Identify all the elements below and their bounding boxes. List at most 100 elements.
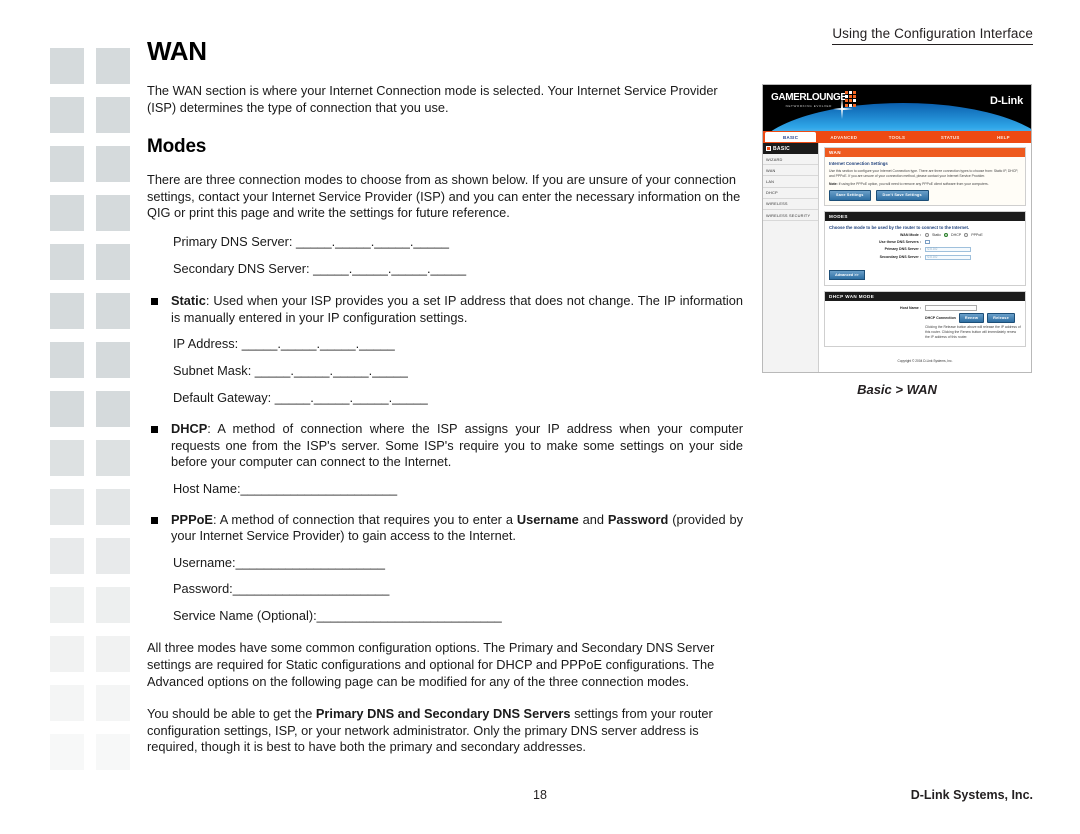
secondary-dns-label: Secondary DNS Server : [879,255,921,260]
deco-square [50,440,84,476]
radio-static-label: Static [932,232,941,237]
dont-save-settings-button[interactable]: Don't Save Settings [875,190,929,201]
use-dns-control [925,239,1021,244]
tab-basic[interactable]: BASIC [765,132,817,142]
sidebar-item-wizard[interactable]: WIZARD [763,154,818,166]
radio-pppoe-label: PPPoE [971,232,983,237]
radio-pppoe-icon[interactable] [964,232,969,237]
deco-row [50,244,138,280]
deco-row [50,636,138,672]
renew-button[interactable]: Renew [958,313,985,323]
row-use-dns: Use these DNS Servers : [829,239,1021,244]
connection-modes-list-pppoe: PPPoE: A method of connection that requi… [147,512,743,545]
gamerlounge-logo-subtext: NETWORKING EVOLVED [785,104,832,108]
router-config-interface: GAMERLOUNGE NETWORKING EVOLVED D-Link BA… [762,84,1032,373]
logo-dots-icon [845,91,857,107]
deco-square [96,685,130,721]
deco-row [50,489,138,525]
sidebar-item-dhcp[interactable]: DHCP [763,188,818,199]
secondary-dns-input[interactable]: 0.0.0.0 [925,254,971,261]
tab-status[interactable]: STATUS [925,132,976,142]
internet-connection-settings-text: Use this section to configure your Inter… [829,169,1019,178]
row-dhcp-description: Clicking the Release button above will r… [829,325,1021,339]
deco-row [50,685,138,721]
radio-dhcp-icon[interactable] [944,232,948,237]
field-ip-address: IP Address: _____._____._____._____ [173,336,395,352]
deco-square [50,97,84,133]
footer-brand: D-Link Systems, Inc. [910,788,1033,802]
common-options-paragraph: All three modes have some common configu… [147,640,715,689]
dhcp-description-wrap: Clicking the Release button above will r… [925,325,1021,339]
sidebar-item-lan[interactable]: LAN [763,176,818,188]
mode-label-pppoe: PPPoE [171,511,213,527]
dlink-logo: D-Link [989,95,1023,107]
row-secondary-dns: Secondary DNS Server : 0.0.0.0 [829,254,1021,261]
figure-caption: Basic > WAN [857,381,937,397]
figure-router-ui: GAMERLOUNGE NETWORKING EVOLVED D-Link BA… [762,84,1032,397]
row-dhcp-connection: DHCP Connection Renew Release [829,313,1021,323]
panel-wan: WAN Internet Connection Settings Use thi… [824,147,1026,206]
mode-desc-pppoe-mid: and [578,511,608,527]
router-banner: GAMERLOUNGE NETWORKING EVOLVED D-Link [763,85,1031,131]
pppoe-note: Note: If using the PPPoE option, you wil… [829,182,1021,187]
mode-desc-static: : Used when your ISP provides you a set … [171,293,743,325]
panel-header-wan: WAN [825,148,1025,158]
row-wan-mode: WAN Mode : Static DHCP PPPoE [829,232,1021,237]
dns-advice-paragraph: You should be able to get the Primary DN… [147,706,743,756]
deco-row [50,538,138,574]
advanced-button[interactable]: Advanced >> [829,269,865,280]
gamerlounge-logo: GAMERLOUNGE NETWORKING EVOLVED [771,92,847,108]
dhcp-connection-control: DHCP Connection Renew Release [925,313,1021,323]
deco-row [50,391,138,427]
deco-square [96,244,130,280]
panel-body-wan: Internet Connection Settings Use this se… [825,157,1025,205]
deco-square [50,342,84,378]
router-content: WAN Internet Connection Settings Use thi… [819,143,1031,372]
panel-modes: MODES Choose the mode to be used by the … [824,210,1026,286]
save-settings-button[interactable]: Save Settings [829,190,871,201]
main-text-column: WAN The WAN section is where your Intern… [147,36,743,768]
deco-square [96,342,130,378]
panel-header-modes: MODES [825,211,1025,221]
sidebar-header-label: BASIC [773,145,791,152]
deco-square [96,538,130,574]
router-nav-tabs: BASIC ADVANCED TOOLS STATUS HELP [763,131,1031,143]
internet-connection-settings-title: Internet Connection Settings [829,161,888,167]
tab-tools[interactable]: TOOLS [871,132,922,142]
wan-mode-label: WAN Mode : [900,232,921,237]
deco-row [50,97,138,133]
primary-dns-control: 0.0.0.0 [925,246,1021,253]
sidebar-item-wan[interactable]: WAN [763,165,818,177]
deco-square [50,195,84,231]
deco-row [50,440,138,476]
dhcp-connection-label: DHCP Connection [925,316,956,321]
deco-square [96,489,130,525]
dns-advice-pre: You should be able to get the [147,706,316,722]
tab-help[interactable]: HELP [978,132,1029,142]
deco-square [96,734,130,770]
tab-advanced[interactable]: ADVANCED [818,132,869,142]
mode-bold-password: Password [607,511,669,527]
running-head: Using the Configuration Interface [832,26,1033,45]
panel-header-dhcp: DHCP WAN MODE [825,291,1025,302]
deco-square [96,587,130,623]
mode-desc-dhcp: : A method of connection where the ISP a… [171,421,743,470]
deco-square [96,48,130,84]
use-dns-label: Use these DNS Servers : [879,239,921,244]
deco-square [50,538,84,574]
host-name-input[interactable] [925,305,977,311]
deco-row [50,587,138,623]
modes-intro-paragraph: There are three connection modes to choo… [147,172,741,221]
release-button[interactable]: Release [987,313,1015,323]
primary-dns-input[interactable]: 0.0.0.0 [925,246,971,253]
sidebar-item-wireless-security[interactable]: WIRELESS SECURITY [763,210,818,222]
panel-dhcp-wan-mode: DHCP WAN MODE Host Name : DHCP Connectio… [824,290,1026,347]
margin-decoration [50,48,138,783]
router-sidebar: BASIC WIZARD WAN LAN DHCP WIRELESS WIREL… [763,143,819,372]
use-dns-checkbox[interactable] [925,239,930,244]
radio-static-icon[interactable] [925,232,929,237]
sidebar-item-wireless[interactable]: WIRELESS [763,199,818,210]
deco-square [50,391,84,427]
sidebar-expand-icon[interactable] [766,146,771,151]
mode-item-dhcp: DHCP: A method of connection where the I… [147,421,743,471]
